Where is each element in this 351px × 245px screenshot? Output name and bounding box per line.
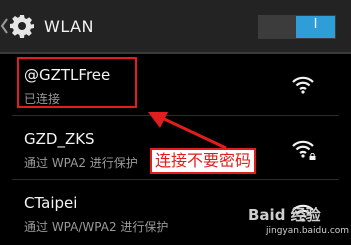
watermark-url: jingyan.baidu.com bbox=[266, 226, 350, 236]
watermark: Baid 经验 jingyan.baidu.com bbox=[248, 202, 350, 242]
wifi-signal-icon bbox=[292, 76, 314, 94]
network-ssid: GZD_ZKS bbox=[24, 130, 95, 148]
back-chevron-icon[interactable] bbox=[0, 18, 9, 34]
highlight-box bbox=[17, 57, 137, 108]
lock-icon bbox=[309, 153, 316, 160]
toggle-knob[interactable]: I bbox=[296, 16, 335, 38]
page-title: WLAN bbox=[44, 17, 95, 36]
annotation-label: 连接不要密码 bbox=[150, 148, 257, 174]
network-status: 通过 WPA2 进行保护 bbox=[24, 156, 138, 170]
network-status: 通过 WPA/WPA2 进行保护 bbox=[24, 220, 169, 234]
network-ssid: CTaipei bbox=[24, 194, 78, 212]
wlan-toggle[interactable]: I bbox=[258, 15, 336, 39]
watermark-logo: Baid 经验 bbox=[248, 206, 321, 224]
gear-icon[interactable] bbox=[10, 14, 34, 38]
toggle-on-label: I bbox=[313, 17, 318, 32]
action-bar: WLAN I bbox=[0, 0, 351, 54]
